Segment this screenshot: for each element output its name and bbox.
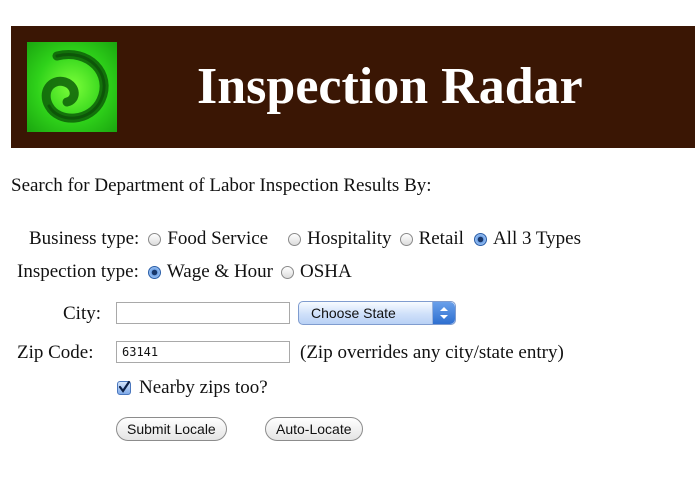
option-retail[interactable]: Retail (419, 228, 464, 250)
city-input[interactable] (116, 302, 290, 324)
zip-note-text: (Zip overrides any city/state entry) (300, 342, 564, 363)
header-banner: Inspection Radar (11, 26, 695, 148)
updown-arrows-icon (432, 302, 455, 324)
auto-locate-button[interactable]: Auto-Locate (265, 417, 363, 441)
business-type-row: Business type: Food Service Hospitality … (29, 228, 581, 250)
state-select[interactable]: Choose State (298, 301, 456, 325)
option-hospitality[interactable]: Hospitality (307, 228, 391, 250)
intro-text: Search for Department of Labor Inspectio… (11, 175, 432, 196)
option-food-service[interactable]: Food Service (167, 228, 268, 250)
inspection-type-row: Inspection type: Wage & Hour OSHA (17, 261, 352, 283)
radio-food-service[interactable] (148, 232, 162, 246)
zip-label: Zip Code: (17, 342, 94, 364)
radio-osha[interactable] (281, 265, 294, 279)
radio-hospitality[interactable] (288, 232, 302, 246)
swirl-logo-icon (27, 42, 117, 132)
radio-wage-hour[interactable] (147, 265, 161, 279)
submit-locale-button[interactable]: Submit Locale (116, 417, 227, 441)
zip-input[interactable]: 63141 (116, 341, 290, 363)
radio-all-3-types[interactable] (473, 232, 487, 246)
nearby-zips-label: Nearby zips too? (139, 377, 268, 398)
city-label: City: (63, 303, 101, 325)
city-label-text: City: (63, 303, 102, 324)
option-osha[interactable]: OSHA (300, 261, 352, 283)
nearby-zips-row: Nearby zips too? (117, 377, 268, 399)
inspection-type-label: Inspection type: (17, 261, 139, 282)
zip-label-text: Zip Code: (17, 342, 94, 363)
page-title: Inspection Radar (197, 58, 583, 115)
option-wage-hour[interactable]: Wage & Hour (167, 261, 273, 283)
zip-note: (Zip overrides any city/state entry) (300, 342, 564, 364)
option-all-3-types[interactable]: All 3 Types (493, 228, 581, 250)
state-select-value: Choose State (311, 305, 396, 321)
radio-retail[interactable] (399, 232, 413, 246)
nearby-zips-checkbox[interactable] (117, 380, 131, 395)
business-type-label: Business type: (29, 228, 140, 249)
